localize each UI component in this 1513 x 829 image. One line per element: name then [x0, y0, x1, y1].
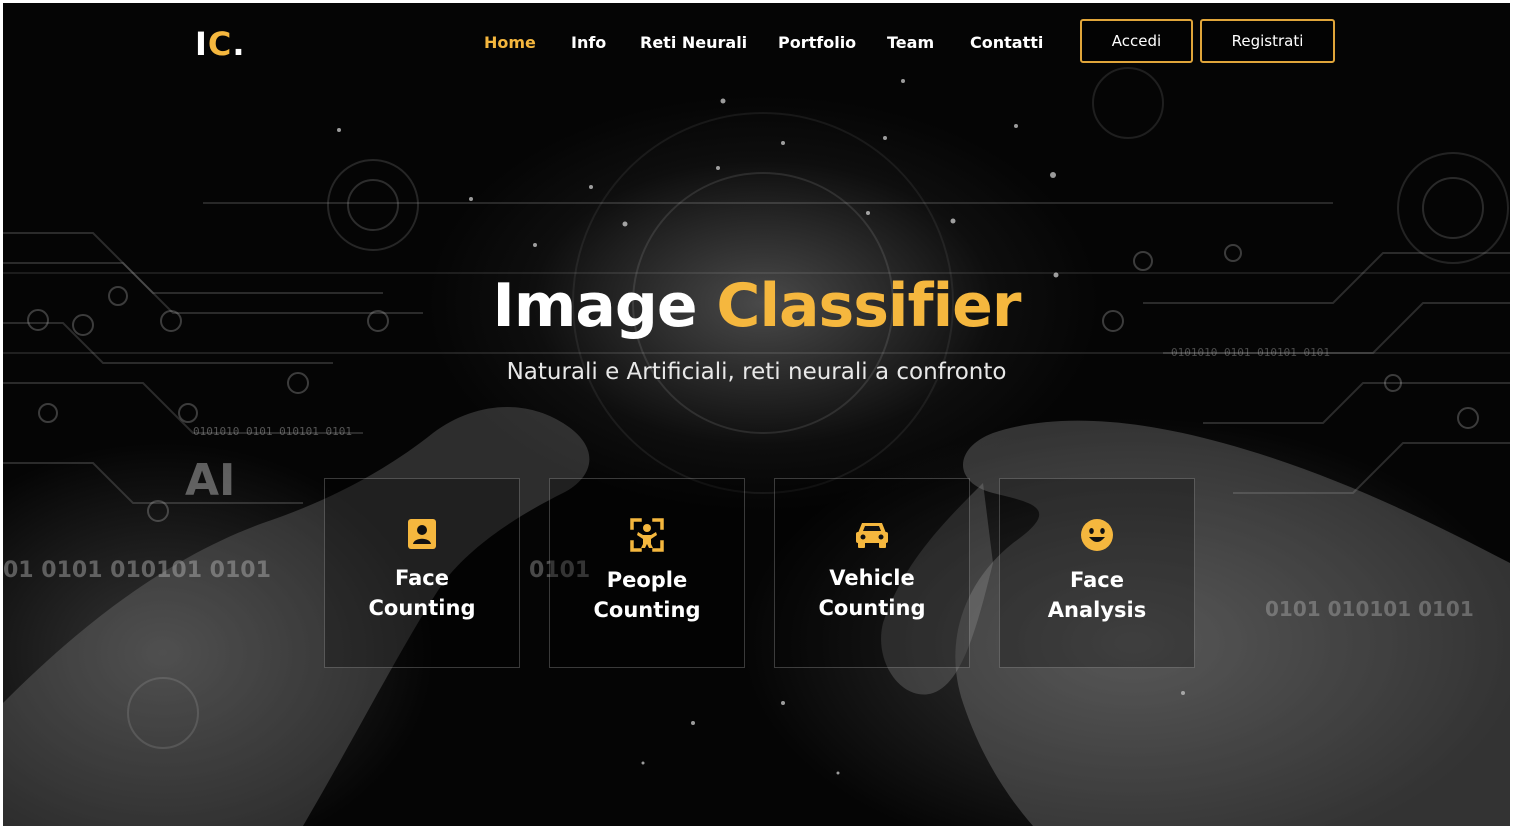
logo-dot: .	[232, 25, 246, 63]
card-face-counting[interactable]: Face Counting	[324, 478, 520, 668]
card-label-line2: Counting	[818, 596, 926, 620]
card-face-analysis[interactable]: Face Analysis	[999, 478, 1195, 668]
person-focus-icon	[630, 518, 664, 552]
site-logo[interactable]: IC.	[195, 25, 246, 63]
circuit-background	[3, 67, 1510, 826]
login-button[interactable]: Accedi	[1080, 19, 1193, 63]
card-label-line1: Face	[1070, 568, 1124, 592]
register-button[interactable]: Registrati	[1200, 19, 1335, 63]
nav-item-reti-neurali[interactable]: Reti Neurali	[640, 33, 747, 52]
card-label: Face Analysis	[1048, 565, 1146, 625]
card-label-line1: Face	[395, 566, 449, 590]
nav-item-team[interactable]: Team	[887, 33, 934, 52]
smiley-icon	[1081, 519, 1113, 551]
background-binary-small-left: 0101010 0101 010101 0101	[193, 425, 352, 438]
nav-item-portfolio[interactable]: Portfolio	[778, 33, 856, 52]
hero-title: Image Classifier	[3, 271, 1510, 341]
logo-letter-c: C	[207, 25, 233, 63]
card-label-line1: Vehicle	[829, 566, 915, 590]
hero-section: AI 01 0101 010101 0101 0101 0101 010101 …	[3, 3, 1510, 826]
logo-letter-i: I	[195, 25, 208, 63]
nav-item-info[interactable]: Info	[571, 33, 606, 52]
hero-title-white: Image	[492, 271, 698, 341]
car-icon	[856, 523, 888, 548]
card-label-line2: Analysis	[1047, 598, 1147, 622]
card-people-counting[interactable]: People Counting	[549, 478, 745, 668]
portrait-icon	[408, 519, 436, 549]
background-binary-left: 01 0101 010101 0101	[3, 558, 271, 583]
card-label: Vehicle Counting	[819, 563, 926, 623]
card-label-line2: Counting	[593, 598, 701, 622]
background-binary-right: 0101 010101 0101	[1265, 597, 1474, 621]
card-label: Face Counting	[369, 563, 476, 623]
hero-subtitle: Naturali e Artificiali, reti neurali a c…	[506, 359, 1007, 385]
nav-item-home[interactable]: Home	[484, 33, 536, 52]
card-label-line2: Counting	[368, 596, 476, 620]
card-label-line1: People	[606, 568, 688, 592]
background-ai-text: AI	[185, 455, 236, 506]
card-vehicle-counting[interactable]: Vehicle Counting	[774, 478, 970, 668]
hero-title-accent: Classifier	[716, 271, 1021, 341]
nav-item-contatti[interactable]: Contatti	[970, 33, 1043, 52]
card-label: People Counting	[594, 565, 701, 625]
background-binary-small-right: 0101010 0101 010101 0101	[1171, 346, 1330, 359]
